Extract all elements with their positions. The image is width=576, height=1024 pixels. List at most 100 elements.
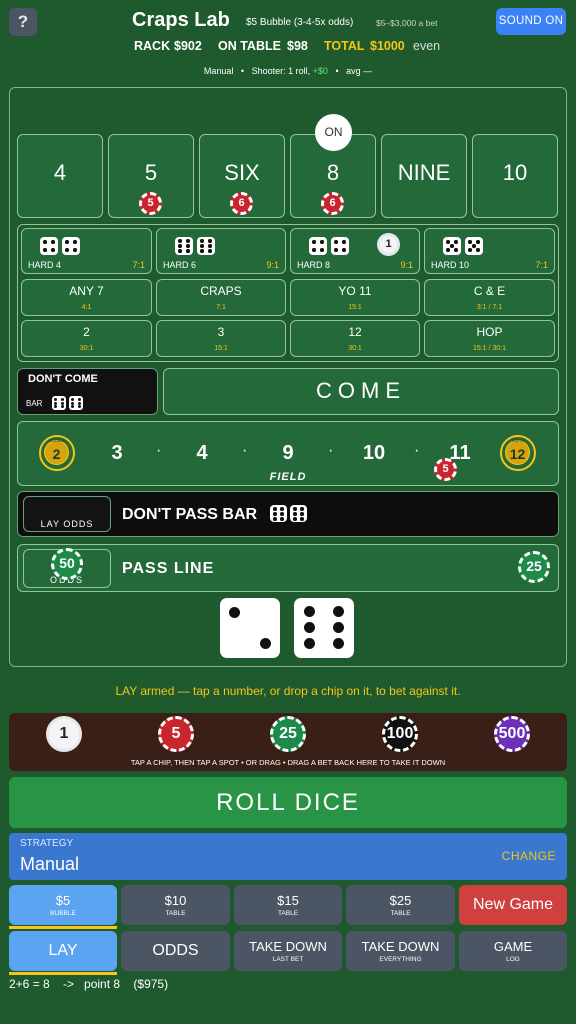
prop-label: C & E [473, 284, 506, 298]
shooter-delta: +$0 [312, 66, 328, 76]
field-2-value: 2 [44, 440, 69, 465]
dont-come-area[interactable]: DON'T COME BAR [17, 368, 158, 415]
take-down-last-button[interactable]: TAKE DOWN LAST BET [234, 931, 342, 971]
chip-hard-8[interactable]: 1 [377, 233, 400, 256]
table-label: $5 [55, 893, 71, 908]
field-2-double: DOUBLE 2 [39, 435, 75, 471]
lay-button[interactable]: LAY [9, 931, 117, 975]
chip-place-8[interactable]: 6 [321, 192, 344, 215]
table-sub: TABLE [165, 910, 186, 917]
field-dot: · [328, 442, 334, 459]
any-7[interactable]: ANY 7 4:1 [21, 279, 152, 316]
strategy-selector[interactable]: STRATEGY Manual CHANGE [9, 833, 567, 880]
help-button[interactable]: ? [9, 8, 37, 36]
prop-odds: 15:1 / 30:1 [472, 345, 507, 352]
tray-chip-100[interactable]: 100 [382, 716, 418, 752]
table-limits: $5–$3,000 a bet [376, 18, 438, 28]
tray-chip-500[interactable]: 500 [494, 716, 530, 752]
hard-6[interactable]: HARD 6 9:1 [156, 228, 286, 274]
chip-pass-line[interactable]: 25 [518, 551, 550, 583]
session-info: Manual • Shooter: 1 roll, +$0 • avg — [0, 66, 576, 76]
game-log-sub: LOG [506, 956, 520, 963]
take-down-label: TAKE DOWN [249, 939, 327, 954]
hard-8-odds: 9:1 [400, 260, 413, 270]
on-table-value: $98 [287, 39, 308, 53]
dont-pass-bar[interactable]: LAY ODDS DON'T PASS BAR [17, 491, 559, 537]
total-value: $1000 [370, 39, 405, 53]
place-10[interactable]: 10 [472, 134, 558, 218]
die-icon [331, 237, 349, 255]
lay-odds-area[interactable]: LAY ODDS [23, 496, 111, 532]
pass-line[interactable]: ODDS PASS LINE [17, 544, 559, 592]
prop-odds: 4:1 [81, 304, 92, 311]
on-puck: ON [315, 114, 352, 151]
odds-button[interactable]: ODDS [121, 931, 230, 971]
lay-hint: LAY armed — tap a number, or drop a chip… [115, 684, 461, 698]
sound-toggle-button[interactable]: SOUND ON [496, 8, 566, 35]
field-number: 3 [111, 442, 123, 464]
any-craps[interactable]: CRAPS 7:1 [156, 279, 286, 316]
total-label: TOTAL [324, 39, 365, 53]
place-9[interactable]: NINE [381, 134, 467, 218]
table-subtitle: $5 Bubble (3-4-5x odds) [246, 17, 354, 28]
tray-chip-25[interactable]: 25 [270, 716, 306, 752]
strategy-key: STRATEGY [20, 838, 74, 849]
chip-pass-odds[interactable]: 50 [51, 548, 83, 580]
prop-label: 12 [348, 325, 362, 339]
prop-2[interactable]: 2 30:1 [21, 320, 152, 357]
table-5-button[interactable]: $5 BUBBLE [9, 885, 117, 929]
hard-4[interactable]: HARD 4 7:1 [21, 228, 152, 274]
prop-12[interactable]: 12 30:1 [290, 320, 420, 357]
hard-6-label: HARD 6 [163, 260, 197, 270]
take-down-sub: LAST BET [272, 956, 304, 963]
yo-11[interactable]: YO 11 15:1 [290, 279, 420, 316]
prop-3[interactable]: 3 15:1 [156, 320, 286, 357]
hard-4-odds: 7:1 [132, 260, 145, 270]
tray-chip-5[interactable]: 5 [158, 716, 194, 752]
field-number: 9 [282, 442, 294, 464]
prop-label: HOP [476, 325, 503, 339]
field-number: 4 [196, 442, 208, 464]
chip-place-5[interactable]: 5 [139, 192, 162, 215]
table-10-button[interactable]: $10 TABLE [121, 885, 230, 925]
strategy-value: Manual [20, 854, 80, 874]
c-and-e[interactable]: C & E 3:1 / 7:1 [424, 279, 555, 316]
table-15-button[interactable]: $15 TABLE [234, 885, 342, 925]
prop-label: YO 11 [338, 284, 372, 298]
take-down-label: TAKE DOWN [361, 939, 440, 954]
prop-label: ANY 7 [69, 284, 104, 298]
tray-chip-1[interactable]: 1 [46, 716, 82, 752]
field-label: FIELD [269, 471, 307, 483]
die-result-2 [294, 598, 354, 658]
hop-bet[interactable]: HOP 15:1 / 30:1 [424, 320, 555, 357]
field-number: 10 [362, 442, 386, 464]
strategy-change-button[interactable]: CHANGE [502, 849, 556, 863]
field-area[interactable]: DOUBLE 2 3 · 4 · 9 · 10 · 11 TRIPLE 12 F… [17, 421, 559, 486]
hard-6-odds: 9:1 [266, 260, 279, 270]
take-down-all-button[interactable]: TAKE DOWN EVERYTHING [346, 931, 455, 971]
ring-caption: TRIPLE [510, 438, 525, 443]
die-icon [465, 237, 483, 255]
table-sub: TABLE [277, 910, 299, 917]
hard-10[interactable]: HARD 10 7:1 [424, 228, 555, 274]
prop-odds: 15:1 [348, 304, 362, 311]
hard-8[interactable]: HARD 8 9:1 [290, 228, 420, 274]
shooter-text: Shooter: 1 roll, [251, 66, 311, 76]
chip-field[interactable]: 5 [434, 458, 457, 481]
prop-odds: 30:1 [348, 345, 362, 352]
hard-10-label: HARD 10 [431, 260, 470, 270]
field-12-value: 12 [505, 440, 530, 465]
odds-label: ODDS [152, 942, 199, 959]
table-25-button[interactable]: $25 TABLE [346, 885, 455, 925]
roll-dice-button[interactable]: ROLL DICE [9, 777, 567, 828]
chip-place-6[interactable]: 6 [230, 192, 253, 215]
table-label: $25 [389, 893, 412, 908]
place-4[interactable]: 4 [17, 134, 103, 218]
tray-hint: TAP A CHIP, THEN TAP A SPOT • OR DRAG • … [130, 758, 446, 767]
on-table-label: ON TABLE [218, 39, 281, 53]
game-log-button[interactable]: GAME LOG [459, 931, 567, 971]
hard-4-label: HARD 4 [28, 260, 62, 270]
new-game-button[interactable]: New Game [459, 885, 567, 925]
come-area[interactable]: COME [163, 368, 559, 415]
avg-text: avg — [346, 66, 373, 76]
